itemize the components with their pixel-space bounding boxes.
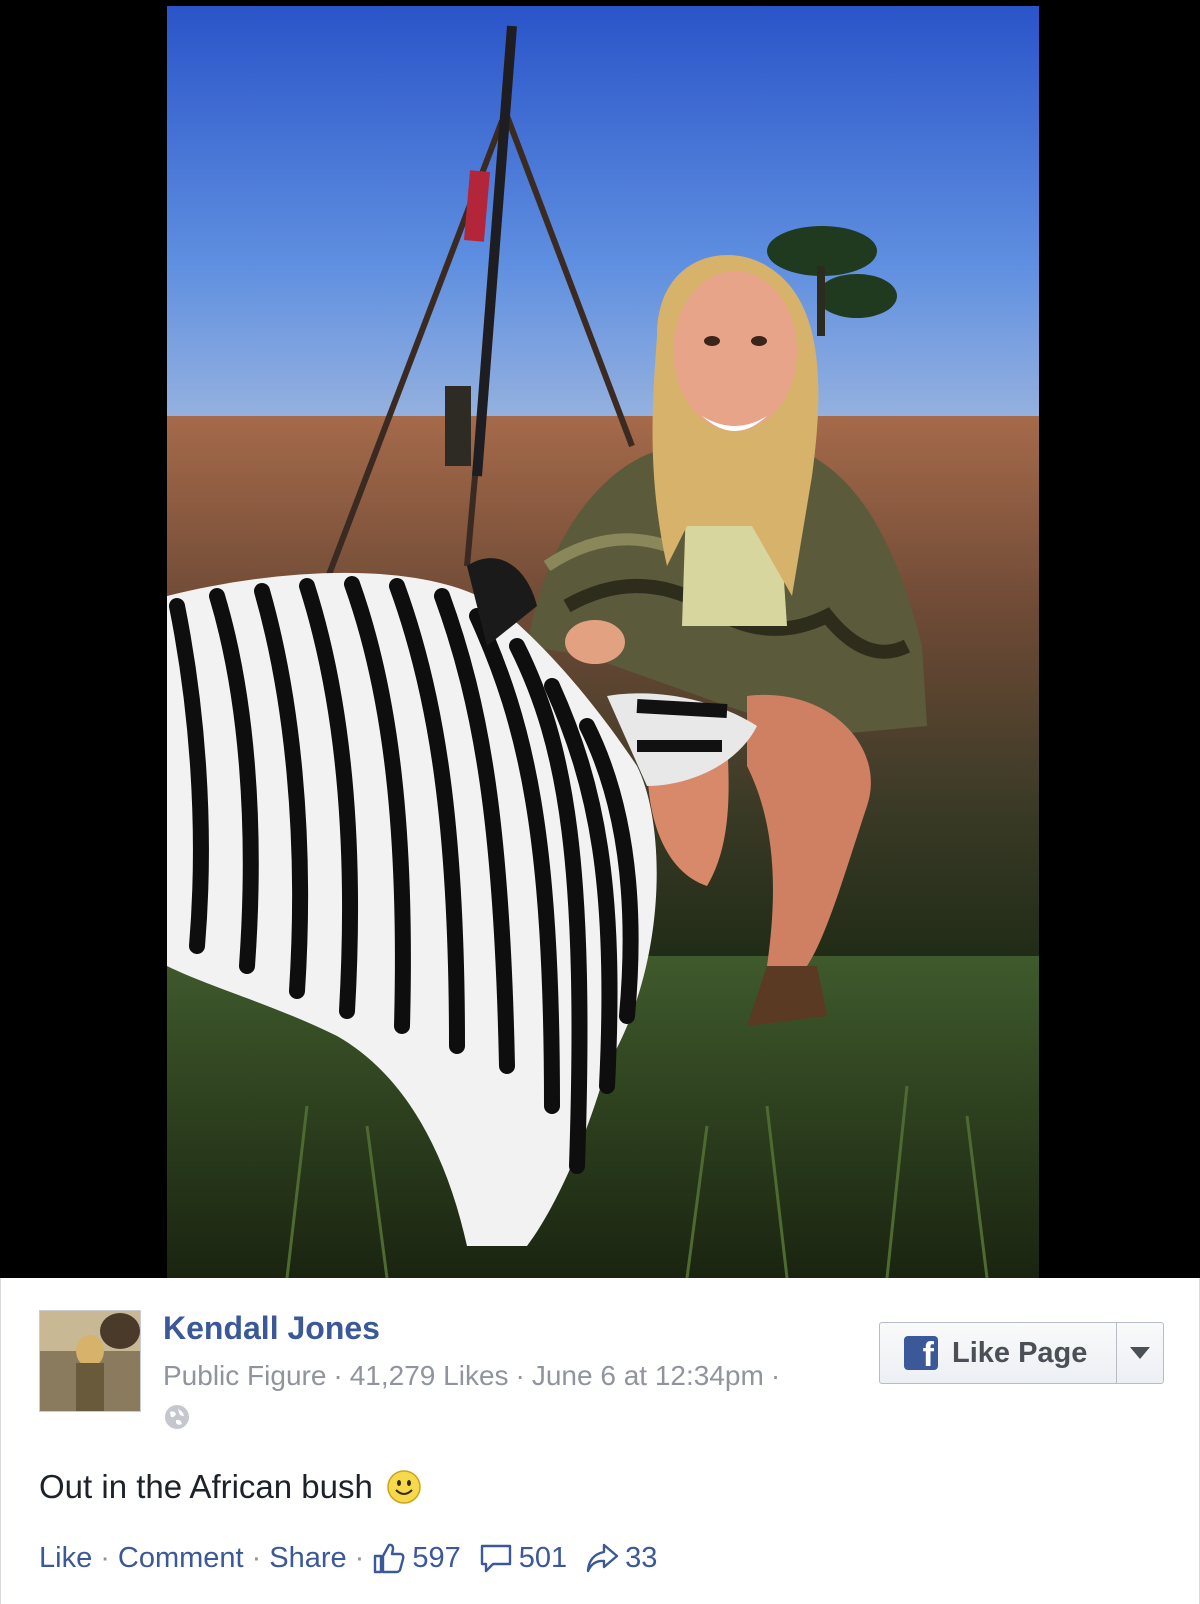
like-page-dropdown[interactable] (1116, 1323, 1163, 1383)
share-count[interactable]: 33 (625, 1542, 657, 1575)
caption-text: Out in the African bush (39, 1468, 373, 1505)
dropdown-arrow-icon (1130, 1347, 1150, 1359)
author-name[interactable]: Kendall Jones (163, 1310, 380, 1347)
post-caption: Out in the African bush (39, 1468, 421, 1506)
action-separator: · (354, 1541, 365, 1574)
like-link[interactable]: Like (39, 1542, 92, 1575)
action-separator: · (100, 1541, 110, 1574)
comment-count[interactable]: 501 (519, 1542, 567, 1575)
post-photo-image (167, 6, 1039, 1278)
avatar-image (40, 1311, 140, 1411)
comment-bubble-icon[interactable] (479, 1541, 513, 1575)
share-arrow-icon[interactable] (585, 1541, 619, 1575)
post-card: Kendall Jones Public Figure · 41,279 Likes… (0, 1278, 1200, 1604)
author-category: Public Figure (163, 1360, 327, 1391)
smiley-emoji-icon (387, 1470, 421, 1504)
thumbs-up-icon[interactable] (372, 1541, 406, 1575)
post-timestamp[interactable]: June 6 at 12:34pm (532, 1360, 764, 1391)
post-photo[interactable] (167, 6, 1039, 1278)
post-meta: Public Figure · 41,279 Likes · June 6 at 12:… (163, 1360, 787, 1392)
action-separator: · (251, 1541, 262, 1574)
like-count[interactable]: 597 (412, 1542, 460, 1575)
post-actions: Like · Comment · Share · 597 501 33 (39, 1541, 675, 1575)
globe-icon[interactable] (164, 1404, 190, 1430)
photo-frame (0, 0, 1200, 1278)
like-page-button[interactable]: f Like Page (879, 1322, 1164, 1384)
meta-separator: · (770, 1360, 781, 1391)
comment-link[interactable]: Comment (118, 1542, 244, 1575)
author-avatar[interactable] (39, 1310, 141, 1412)
meta-separator: · (515, 1360, 525, 1391)
share-link[interactable]: Share (269, 1542, 346, 1575)
like-page-label: Like Page (952, 1336, 1088, 1369)
page-likes[interactable]: 41,279 Likes (350, 1360, 509, 1391)
meta-separator: · (333, 1360, 343, 1391)
facebook-f-icon: f (904, 1336, 938, 1372)
like-page-main[interactable]: f Like Page (880, 1323, 1117, 1383)
